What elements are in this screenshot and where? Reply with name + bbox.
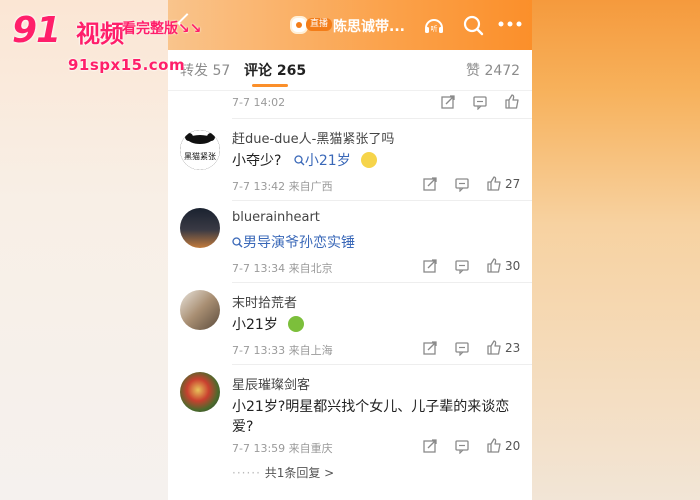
topic-link-text: 男导演爷孙恋实锤 <box>243 235 355 251</box>
like-icon[interactable] <box>486 437 502 453</box>
replies-text: 共1条回复 > <box>264 466 335 480</box>
replies-dash: ······ <box>232 466 261 480</box>
avatar[interactable] <box>180 372 220 412</box>
watermark-site: 视频 <box>76 20 124 48</box>
tab-bar: 转发 57 评论 265 赞 2472 <box>168 50 532 91</box>
black-cat-avatar-icon: 黑猫紧张 <box>180 130 220 170</box>
comment-divider <box>232 118 532 119</box>
comment-text-line-2: 爱? <box>232 419 254 435</box>
background-left <box>0 0 168 500</box>
top-bar: 直播 陈思诚带... 听 <box>168 0 532 50</box>
comment-divider <box>232 200 532 201</box>
share-icon[interactable] <box>422 340 438 356</box>
watermark-brand: 91 <box>12 10 61 51</box>
topic-link[interactable]: 男导演爷孙恋实锤 <box>232 235 355 251</box>
avatar[interactable]: 黑猫紧张 <box>180 130 220 170</box>
comment-meta: 7-7 13:34 来自北京 <box>232 262 333 275</box>
search-icon <box>294 155 305 166</box>
comment-text-line-1: 小21岁?明星都兴找个女儿、儿子辈的来谈恋 <box>232 399 510 415</box>
like-icon[interactable] <box>504 93 520 109</box>
comment-meta: 7-7 13:33 来自上海 <box>232 344 333 357</box>
listen-icon[interactable]: 听 <box>423 14 445 36</box>
channel-title[interactable]: 陈思诚带... <box>333 16 405 36</box>
tab-comments[interactable]: 评论 265 <box>244 60 306 80</box>
tab-active-indicator <box>252 84 288 87</box>
tab-comments-count: 265 <box>276 63 307 79</box>
share-icon[interactable] <box>422 258 438 274</box>
share-icon[interactable] <box>440 94 456 110</box>
username[interactable]: 末时拾荒者 <box>232 292 297 311</box>
tab-comments-label: 评论 <box>244 63 272 79</box>
avatar-text: 黑猫紧张 <box>184 151 216 161</box>
search-icon <box>232 237 243 248</box>
tab-likes-label: 赞 <box>466 63 480 79</box>
like-count: 20 <box>505 439 521 453</box>
tab-likes-count: 2472 <box>484 63 521 79</box>
watermark-logo: 91 视频 看完整版↘↘ 91spx15.com <box>12 10 222 74</box>
tab-likes[interactable]: 赞 2472 <box>466 60 520 80</box>
like-count: 27 <box>505 177 521 191</box>
comment-icon[interactable] <box>472 94 488 110</box>
avatar[interactable] <box>180 208 220 248</box>
like-icon[interactable] <box>486 175 502 191</box>
background-right <box>532 0 700 500</box>
comment-icon[interactable] <box>454 438 470 454</box>
comment-divider <box>232 282 532 283</box>
comment-text: 小夺少? 小21岁 <box>232 150 378 170</box>
laughing-emoji-icon <box>361 152 378 168</box>
comment-divider <box>232 364 532 365</box>
nauseated-emoji-icon <box>288 316 305 332</box>
view-replies-link[interactable]: ······ 共1条回复 > <box>232 464 334 481</box>
watermark-promo-text: 看完整版 <box>122 21 178 37</box>
comment-text: 小21岁 <box>232 314 305 334</box>
comment-icon[interactable] <box>454 176 470 192</box>
search-icon[interactable] <box>462 14 484 36</box>
comment-meta: 7-7 13:59 来自重庆 <box>232 442 333 455</box>
share-icon[interactable] <box>422 176 438 192</box>
username[interactable]: bluerainheart <box>232 210 320 225</box>
watermark-arrows: ↘↘ <box>178 21 202 37</box>
username[interactable]: 赶due-due人-黑猫紧张了吗 <box>232 128 394 147</box>
comment-icon[interactable] <box>454 258 470 274</box>
like-count: 30 <box>505 259 521 273</box>
username[interactable]: 星辰璀璨剑客 <box>232 374 310 393</box>
comment-body: 小夺少? <box>232 153 282 169</box>
watermark-promo: 看完整版↘↘ <box>122 18 201 38</box>
more-icon[interactable] <box>498 20 522 28</box>
watermark-domain: 91spx15.com <box>68 56 186 74</box>
comment-meta: 7-7 13:42 来自广西 <box>232 180 333 193</box>
like-count: 23 <box>505 341 521 355</box>
topic-link[interactable]: 小21岁 <box>294 153 355 169</box>
like-icon[interactable] <box>486 339 502 355</box>
comment-body: 小21岁 <box>232 317 278 333</box>
comment-icon[interactable] <box>454 340 470 356</box>
topic-link-text: 小21岁 <box>304 153 351 169</box>
listen-label: 听 <box>431 24 438 33</box>
share-icon[interactable] <box>422 438 438 454</box>
live-tag: 直播 <box>306 18 333 31</box>
comment-text: 男导演爷孙恋实锤 <box>232 232 355 252</box>
comment-meta: 7-7 14:02 <box>232 96 286 109</box>
like-icon[interactable] <box>486 257 502 273</box>
avatar[interactable] <box>180 290 220 330</box>
phone-screen: 直播 陈思诚带... 听 转发 57 评论 265 赞 2472 7-7 14:… <box>168 0 532 500</box>
